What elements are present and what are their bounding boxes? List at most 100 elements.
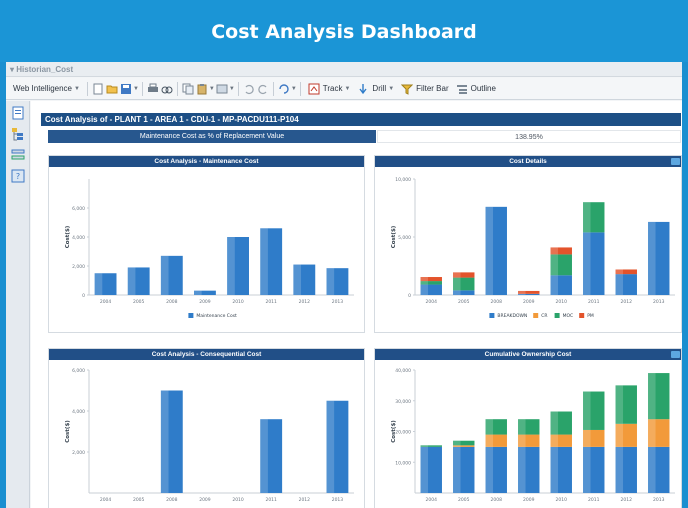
- toolbar-divider: [86, 81, 88, 96]
- drill-icon: [357, 83, 369, 95]
- chart-menu-icon[interactable]: [671, 351, 680, 358]
- legend-swatch: [533, 313, 539, 318]
- chart-title: Cumulative Ownership Cost: [375, 349, 681, 360]
- outline-icon: [456, 83, 468, 95]
- input-controls-icon[interactable]: [9, 147, 27, 163]
- x-tick-label: 2011: [265, 497, 277, 503]
- chart-title-text: Cost Details: [509, 158, 547, 165]
- chevron-down-icon[interactable]: ▼: [291, 86, 297, 92]
- bar-highlight: [293, 264, 302, 295]
- bar-highlight: [550, 254, 559, 276]
- bar-highlight: [518, 419, 526, 435]
- legend-label: Maintenance Cost: [196, 313, 237, 319]
- x-tick-label: 2012: [621, 299, 633, 305]
- x-tick-label: 2008: [491, 299, 503, 305]
- chart-panel-cost-details: Cost Details 0 5,000 10,000 Cost($) 2004 2005…: [374, 155, 682, 333]
- redo-icon[interactable]: [257, 83, 269, 95]
- x-tick-label: 2013: [653, 497, 665, 503]
- toolbar-divider: [141, 81, 143, 96]
- web-intelligence-menu[interactable]: Web Intelligence ▼: [9, 82, 84, 95]
- bar-highlight: [648, 419, 656, 447]
- bar-highlight: [420, 277, 429, 282]
- bar-highlight: [550, 275, 559, 295]
- chevron-down-icon[interactable]: ▼: [209, 86, 215, 92]
- copy-icon[interactable]: [182, 83, 194, 95]
- legend-label: CR: [541, 313, 547, 319]
- x-tick-label: 2013: [653, 299, 665, 305]
- bar-highlight: [648, 221, 656, 295]
- left-side-panel: ?: [6, 101, 30, 508]
- document-structure-icon[interactable]: [9, 105, 27, 121]
- bar-highlight: [326, 400, 335, 493]
- find-icon[interactable]: [161, 83, 173, 95]
- x-tick-label: 2009: [199, 299, 211, 305]
- legend-label: BREAKDOWN: [497, 313, 527, 319]
- consequential-cost-chart: 2,000 4,000 6,000 Cost($) 2004 2005 2008 2009 20…: [65, 368, 354, 503]
- svg-text:?: ?: [16, 172, 20, 181]
- y-tick-label: 4,000: [72, 235, 85, 241]
- x-tick-label: 2004: [100, 497, 112, 503]
- refresh-icon[interactable]: [278, 83, 290, 95]
- print-icon[interactable]: [147, 83, 159, 95]
- save-icon[interactable]: [120, 83, 132, 95]
- filter-icon: [400, 83, 414, 95]
- x-tick-label: 2011: [265, 299, 277, 305]
- bar-highlight: [550, 411, 559, 435]
- y-tick-label: 10,000: [395, 177, 411, 183]
- bar-highlight: [194, 290, 202, 295]
- track-icon: [308, 83, 320, 95]
- bar-highlight: [583, 446, 591, 493]
- x-tick-label: 2012: [299, 497, 311, 503]
- app-frame: ▾ Historian_Cost Web Intelligence ▼ ▼ ▼ …: [6, 62, 682, 508]
- y-tick-label: 4,000: [72, 409, 85, 415]
- filter-bar-label: Filter Bar: [416, 84, 449, 93]
- chart-title: Cost Details: [375, 156, 681, 167]
- undo-icon[interactable]: [243, 83, 255, 95]
- bar-highlight: [648, 373, 656, 420]
- bar-highlight: [453, 290, 461, 295]
- bar-highlight: [326, 268, 335, 295]
- bar-highlight: [485, 446, 494, 493]
- chart-panel-consequential-cost: Cost Analysis - Consequential Cost 2,000…: [48, 348, 365, 508]
- bar-highlight: [518, 446, 526, 493]
- chart-menu-icon[interactable]: [671, 158, 680, 165]
- web-intelligence-label: Web Intelligence: [13, 84, 72, 93]
- track-label: Track: [322, 84, 343, 93]
- toolbar-divider: [237, 81, 239, 96]
- chart-title: Cost Analysis - Maintenance Cost: [49, 156, 364, 167]
- outline-label: Outline: [470, 84, 496, 93]
- filter-bar-button[interactable]: Filter Bar: [397, 82, 451, 96]
- paste-icon[interactable]: [196, 83, 208, 95]
- bar-highlight: [518, 293, 526, 295]
- dashboard-banner: Cost Analysis Dashboard: [0, 0, 688, 62]
- bar-highlight: [453, 272, 461, 278]
- data-icon[interactable]: ?: [9, 168, 27, 184]
- bar-highlight: [127, 267, 136, 295]
- bar-highlight: [260, 228, 268, 295]
- navigation-map-icon[interactable]: [9, 126, 27, 142]
- layout-icon[interactable]: [216, 83, 228, 95]
- track-button[interactable]: Track ▼: [304, 82, 354, 96]
- drill-button[interactable]: Drill ▼: [353, 82, 397, 96]
- toolbar: Web Intelligence ▼ ▼ ▼ ▼ ▼ Track ▼ Drill: [6, 78, 682, 100]
- chevron-down-icon[interactable]: ▼: [133, 86, 139, 92]
- x-tick-label: 2011: [588, 299, 600, 305]
- y-tick-label: 0: [82, 293, 85, 299]
- y-axis-label: Cost($): [65, 225, 71, 248]
- bar-highlight: [453, 277, 461, 291]
- bar-highlight: [550, 247, 559, 255]
- y-tick-label: 5,000: [398, 235, 411, 241]
- x-tick-label: 2010: [556, 497, 568, 503]
- chevron-down-icon[interactable]: ▼: [229, 86, 235, 92]
- x-tick-label: 2005: [133, 299, 145, 305]
- bar-highlight: [485, 434, 494, 447]
- outline-button[interactable]: Outline: [452, 82, 499, 96]
- open-folder-icon[interactable]: [106, 83, 118, 95]
- chevron-down-icon: ▼: [388, 85, 395, 92]
- x-tick-label: 2005: [458, 299, 470, 305]
- bar-highlight: [227, 237, 235, 295]
- chart-panel-cumulative-ownership-cost: Cumulative Ownership Cost 10,000 20,000 30…: [374, 348, 682, 508]
- y-tick-label: 2,000: [72, 450, 85, 456]
- x-tick-label: 2005: [458, 497, 470, 503]
- new-document-icon[interactable]: [92, 83, 104, 95]
